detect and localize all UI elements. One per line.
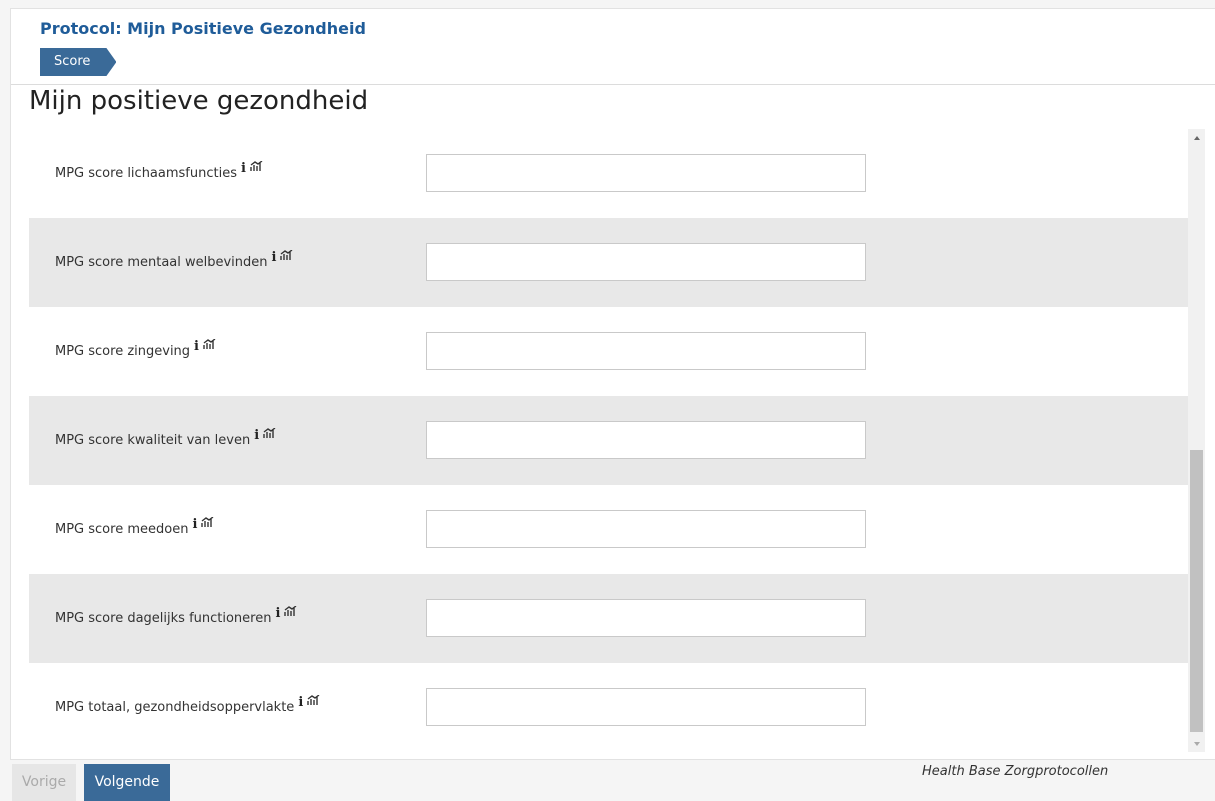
form-row: MPG score mentaal welbevinden i (29, 218, 1188, 307)
scroll-up-arrow[interactable] (1188, 129, 1205, 146)
info-icon[interactable]: i (298, 695, 303, 710)
tab-score[interactable]: Score (40, 48, 116, 76)
form-area: MPG score lichaamsfuncties i MPG score m… (29, 129, 1188, 752)
protocol-title: Protocol: Mijn Positieve Gezondheid (40, 19, 366, 38)
next-button[interactable]: Volgende (84, 764, 170, 801)
chart-icon[interactable] (280, 250, 293, 261)
score-input[interactable] (426, 154, 866, 192)
previous-button[interactable]: Vorige (12, 764, 76, 801)
form-row: MPG score zingeving i (29, 307, 1188, 396)
footer-bar: Vorige Volgende Health Base Zorgprotocol… (0, 760, 1215, 801)
chart-icon[interactable] (203, 339, 216, 350)
info-icon[interactable]: i (254, 428, 259, 443)
chart-icon[interactable] (263, 428, 276, 439)
form-row: MPG totaal, gezondheidsoppervlakte i (29, 663, 1188, 752)
chart-icon[interactable] (250, 161, 263, 172)
chart-icon[interactable] (307, 695, 320, 706)
vertical-scrollbar[interactable] (1188, 129, 1205, 752)
score-input[interactable] (426, 421, 866, 459)
form-row: MPG score dagelijks functioneren i (29, 574, 1188, 663)
chart-icon[interactable] (284, 606, 297, 617)
info-icon[interactable]: i (241, 161, 246, 176)
field-label: MPG score zingeving (55, 344, 191, 359)
footer-brand: Health Base Zorgprotocollen (922, 764, 1109, 779)
page-title: Mijn positieve gezondheid (29, 86, 369, 116)
score-input[interactable] (426, 510, 866, 548)
protocol-header: Protocol: Mijn Positieve Gezondheid Scor… (11, 9, 1215, 85)
score-input[interactable] (426, 599, 866, 637)
field-label: MPG score mentaal welbevinden (55, 255, 268, 270)
form-row: MPG score lichaamsfuncties i (29, 129, 1188, 218)
info-icon[interactable]: i (192, 517, 197, 532)
field-label: MPG score kwaliteit van leven (55, 433, 251, 448)
field-label: MPG score dagelijks functioneren (55, 611, 272, 626)
info-icon[interactable]: i (272, 250, 277, 265)
field-label: MPG totaal, gezondheidsoppervlakte (55, 700, 295, 715)
form-row: MPG score meedoen i (29, 485, 1188, 574)
scroll-thumb[interactable] (1190, 450, 1203, 732)
score-input[interactable] (426, 243, 866, 281)
chart-icon[interactable] (201, 517, 214, 528)
info-icon[interactable]: i (275, 606, 280, 621)
form-row: MPG score kwaliteit van leven i (29, 396, 1188, 485)
score-input[interactable] (426, 332, 866, 370)
field-label: MPG score lichaamsfuncties (55, 166, 237, 181)
info-icon[interactable]: i (194, 339, 199, 354)
score-input[interactable] (426, 688, 866, 726)
scroll-down-arrow[interactable] (1188, 735, 1205, 752)
field-label: MPG score meedoen (55, 522, 189, 537)
